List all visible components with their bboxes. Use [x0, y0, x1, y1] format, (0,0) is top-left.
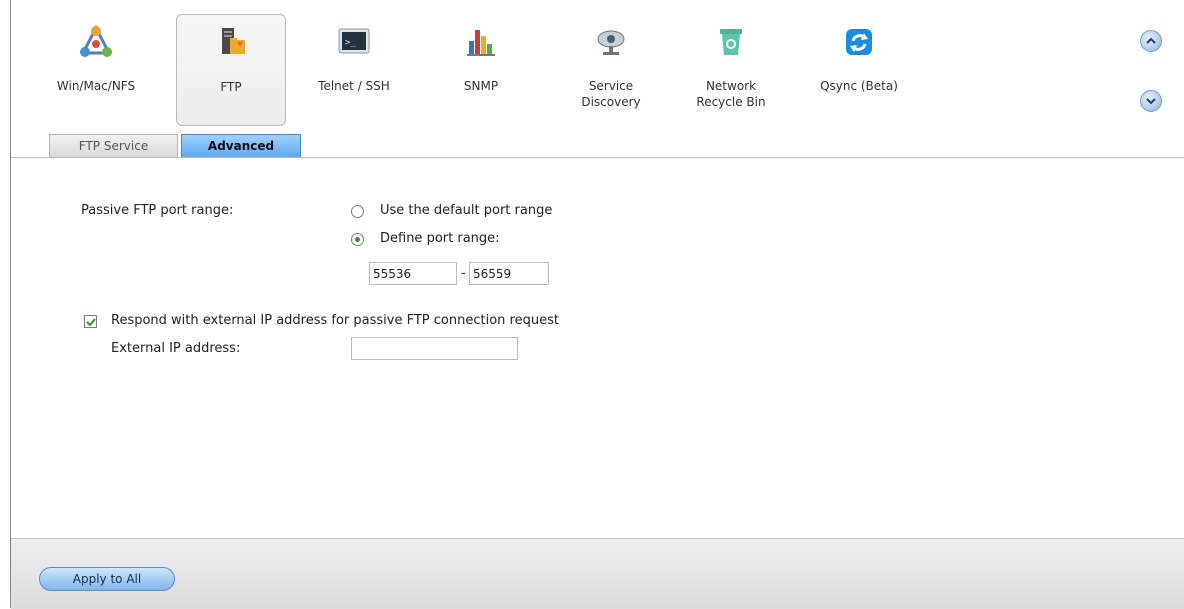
recycle-bin-icon [720, 29, 742, 55]
toolbar-item-telnet-ssh[interactable]: >_ Telnet / SSH [299, 14, 409, 124]
toolbar-item-label: FTP [220, 80, 242, 94]
scroll-down-button[interactable] [1140, 90, 1162, 112]
footer-bar: Apply to All [11, 538, 1184, 609]
default-port-range-label: Use the default port range [380, 203, 553, 218]
external-ip-label: External IP address: [111, 341, 241, 356]
network-share-icon [80, 24, 112, 57]
toolbar-item-label: Qsync (Beta) [820, 79, 898, 93]
chevron-down-icon [1146, 98, 1156, 105]
satellite-dish-icon [597, 30, 625, 55]
port-to-input[interactable] [469, 262, 549, 285]
default-port-range-radio[interactable] [351, 205, 364, 218]
toolbar-item-network-recycle-bin[interactable]: Network Recycle Bin [676, 14, 786, 124]
toolbar-item-label: Telnet / SSH [318, 79, 390, 93]
checkmark-icon [86, 318, 96, 327]
tab-ftp-service[interactable]: FTP Service [49, 134, 178, 157]
toolbar-item-label: SNMP [463, 79, 499, 93]
port-from-input[interactable] [369, 262, 457, 285]
service-toolbar: Win/Mac/NFS FTP >_ Telnet / SSH SNMP Ser… [11, 0, 1184, 158]
sync-icon [846, 29, 872, 55]
toolbar-item-service-discovery[interactable]: Service Discovery [556, 14, 666, 124]
settings-panel: Win/Mac/NFS FTP >_ Telnet / SSH SNMP Ser… [10, 0, 1184, 609]
svg-text:>_: >_ [345, 38, 356, 48]
toolbar-item-win-mac-nfs[interactable]: Win/Mac/NFS [41, 14, 151, 124]
toolbar-item-label: Service Discovery [581, 79, 641, 109]
toolbar-item-qsync[interactable]: Qsync (Beta) [804, 14, 914, 124]
respond-external-ip-checkbox[interactable] [84, 315, 97, 328]
passive-port-range-label: Passive FTP port range: [81, 203, 234, 218]
toolbar-item-label: Win/Mac/NFS [56, 79, 136, 93]
external-ip-input[interactable] [351, 337, 518, 360]
toolbar-item-label: Network Recycle Bin [696, 79, 766, 109]
define-port-range-label: Define port range: [380, 231, 500, 246]
define-port-range-radio[interactable] [351, 233, 364, 246]
tab-advanced[interactable]: Advanced [181, 134, 301, 157]
scroll-up-button[interactable] [1140, 30, 1162, 52]
respond-external-ip-label: Respond with external IP address for pas… [111, 313, 559, 328]
toolbar-item-snmp[interactable]: SNMP [426, 14, 536, 124]
bar-chart-icon [467, 30, 495, 56]
toolbar-item-ftp[interactable]: FTP [176, 14, 286, 126]
port-separator: - [461, 266, 466, 281]
chevron-up-icon [1146, 37, 1156, 44]
ftp-folder-icon [222, 28, 245, 54]
terminal-icon: >_ [338, 28, 370, 54]
apply-to-all-button[interactable]: Apply to All [39, 567, 175, 591]
advanced-settings-form: Passive FTP port range: Use the default … [11, 158, 1184, 538]
